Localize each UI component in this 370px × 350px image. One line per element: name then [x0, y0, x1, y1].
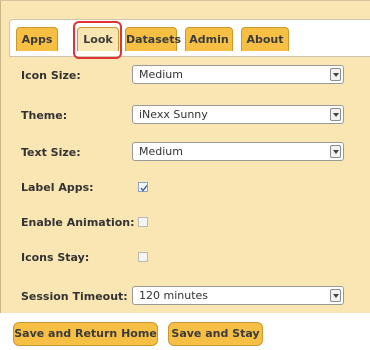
chevron-down-icon: [330, 289, 341, 302]
text-size-select[interactable]: Medium: [132, 142, 344, 161]
tab-label: Datasets: [126, 33, 182, 46]
label-apps-label: Label Apps:: [21, 181, 94, 194]
chevron-down-icon: [330, 108, 341, 121]
tab-label: About: [246, 33, 284, 46]
button-label: Save and Stay: [171, 327, 260, 340]
icon-size-value: Medium: [139, 68, 183, 81]
theme-select[interactable]: iNexx Sunny: [132, 105, 344, 124]
tab-datasets[interactable]: Datasets: [125, 27, 181, 51]
save-and-return-home-button[interactable]: Save and Return Home: [13, 322, 158, 346]
session-timeout-label: Session Timeout:: [21, 290, 128, 303]
theme-value: iNexx Sunny: [139, 108, 208, 121]
icons-stay-label: Icons Stay:: [21, 251, 90, 264]
enable-animation-label: Enable Animation:: [21, 216, 135, 229]
icon-size-select[interactable]: Medium: [132, 65, 344, 84]
settings-panel: Apps Look Datasets Admin About Icon Size…: [0, 0, 370, 313]
chevron-down-icon: [330, 68, 341, 81]
text-size-label: Text Size:: [21, 146, 81, 159]
session-timeout-value: 120 minutes: [139, 289, 209, 302]
tab-admin[interactable]: Admin: [185, 27, 233, 51]
chevron-down-icon: [330, 145, 341, 158]
tab-about[interactable]: About: [241, 27, 289, 51]
save-and-stay-button[interactable]: Save and Stay: [168, 322, 263, 346]
session-timeout-select[interactable]: 120 minutes: [132, 286, 344, 305]
checkmark-icon: [140, 185, 148, 192]
tab-label: Admin: [189, 33, 229, 46]
icons-stay-checkbox[interactable]: [138, 252, 148, 262]
tab-label: Apps: [21, 33, 53, 46]
theme-label: Theme:: [21, 109, 68, 122]
look-tab-highlight: [73, 21, 122, 59]
text-size-value: Medium: [139, 145, 183, 158]
enable-animation-checkbox[interactable]: [138, 217, 148, 227]
label-apps-checkbox[interactable]: [138, 182, 148, 192]
icon-size-label: Icon Size:: [21, 69, 81, 82]
tab-apps[interactable]: Apps: [16, 27, 58, 51]
button-label: Save and Return Home: [14, 327, 157, 340]
